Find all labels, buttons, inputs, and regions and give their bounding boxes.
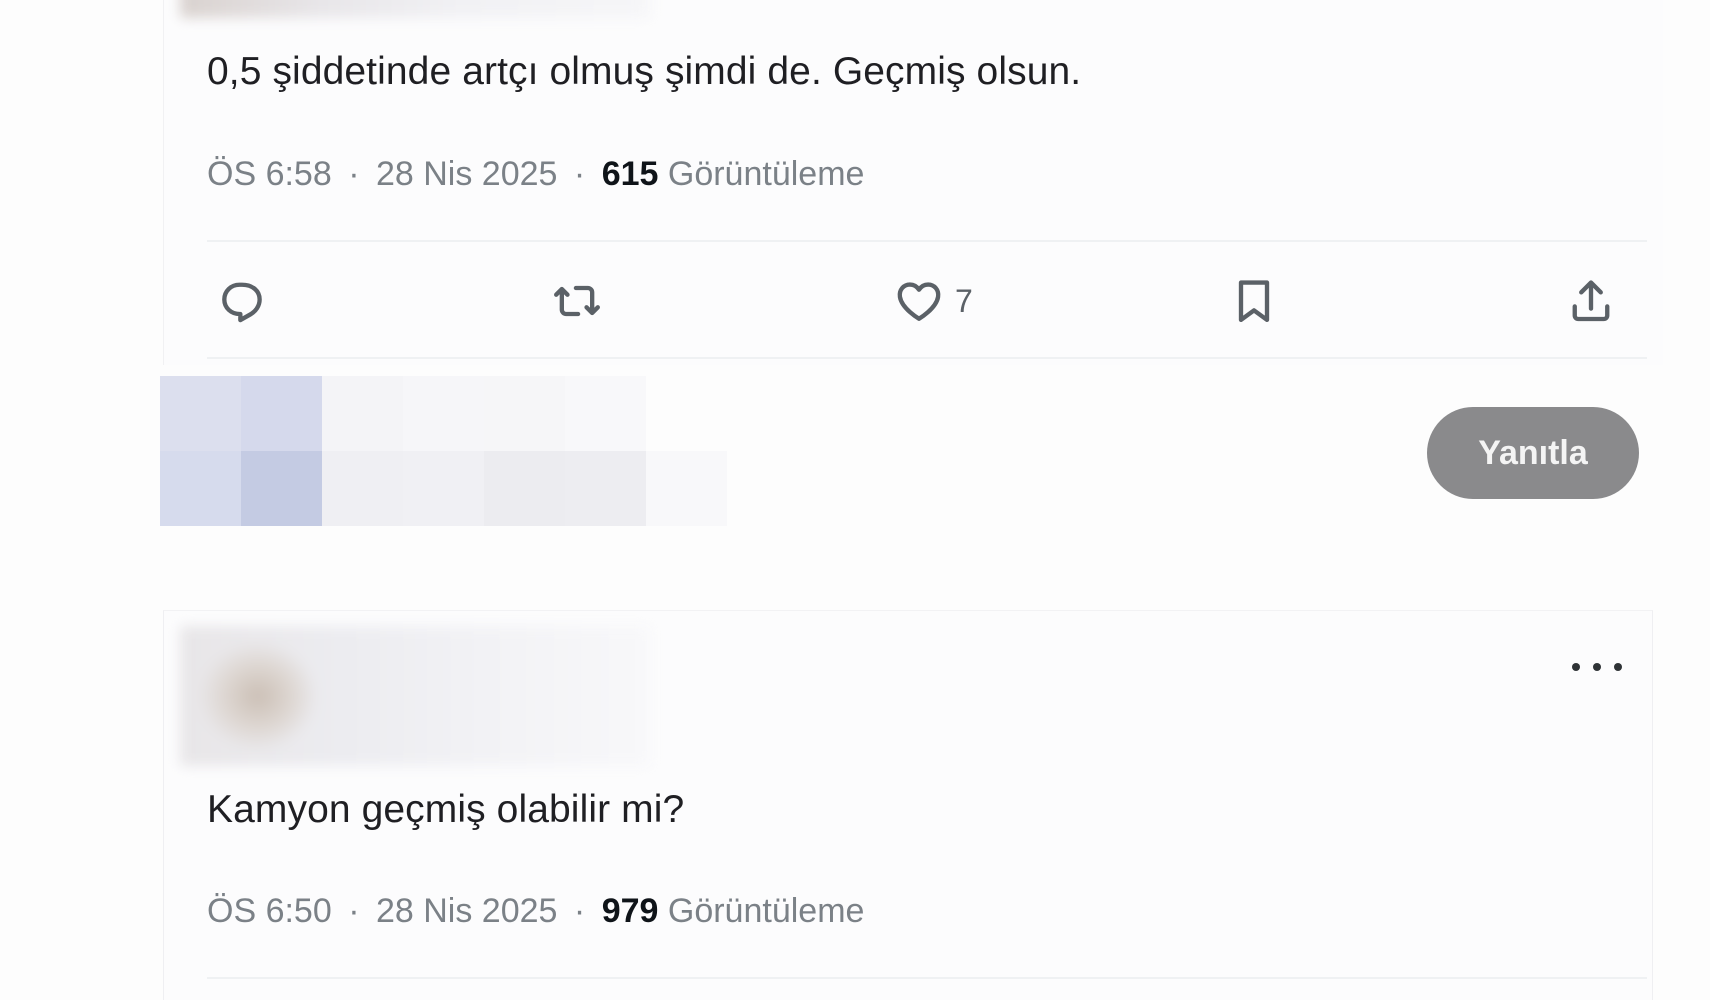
tweet-action-bar: 7 bbox=[207, 270, 1647, 332]
views-label: Görüntüleme bbox=[667, 155, 865, 193]
blurred-user-header bbox=[180, 626, 650, 766]
tweet-date[interactable]: 28 Nis 2025 bbox=[376, 892, 557, 930]
retweet-button[interactable] bbox=[551, 270, 603, 332]
views-count: 615 bbox=[601, 155, 659, 193]
tweet-time[interactable]: ÖS 6:58 bbox=[207, 155, 332, 193]
avatar bbox=[160, 376, 730, 526]
share-icon bbox=[1572, 280, 1610, 322]
meta-separator: · bbox=[348, 892, 360, 930]
divider bbox=[207, 977, 1647, 979]
bookmark-button[interactable] bbox=[1228, 270, 1280, 332]
retweet-icon bbox=[554, 285, 600, 317]
meta-separator: · bbox=[348, 155, 360, 193]
reply-submit-button[interactable]: Yanıtla bbox=[1427, 407, 1639, 499]
reply-button[interactable] bbox=[215, 270, 267, 332]
views-label: Görüntüleme bbox=[667, 892, 865, 930]
like-count: 7 bbox=[955, 283, 973, 319]
bookmark-icon bbox=[1238, 280, 1270, 323]
tweet-text: Kamyon geçmiş olabilir mi? bbox=[207, 788, 685, 831]
meta-separator: · bbox=[573, 892, 586, 930]
meta-separator: · bbox=[573, 155, 586, 193]
blurred-user-header bbox=[180, 0, 650, 18]
tweet-time[interactable]: ÖS 6:50 bbox=[207, 892, 332, 930]
views-count: 979 bbox=[601, 892, 659, 930]
divider bbox=[207, 357, 1647, 359]
heart-icon bbox=[897, 282, 941, 321]
tweet-meta: ÖS 6:50 · 28 Nis 2025 · 979 Görüntüleme bbox=[207, 891, 864, 931]
share-button[interactable] bbox=[1565, 270, 1617, 332]
tweet-date[interactable]: 28 Nis 2025 bbox=[376, 155, 557, 193]
like-button[interactable]: 7 bbox=[893, 270, 973, 332]
divider bbox=[207, 240, 1647, 242]
timeline: 0,5 şiddetinde artçı olmuş şimdi de. Geç… bbox=[0, 0, 1710, 1000]
more-horizontal-icon[interactable] bbox=[1572, 652, 1622, 682]
tweet-meta: ÖS 6:58 · 28 Nis 2025 · 615 Görüntüleme bbox=[207, 154, 864, 194]
reply-icon bbox=[222, 282, 262, 323]
tweet-text: 0,5 şiddetinde artçı olmuş şimdi de. Geç… bbox=[207, 50, 1082, 93]
